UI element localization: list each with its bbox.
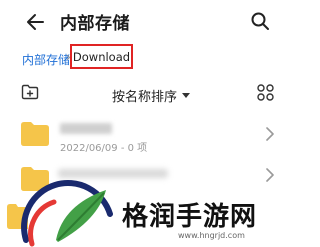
watermark-logo-icon bbox=[21, 180, 113, 247]
breadcrumb-root[interactable]: 内部存储 bbox=[22, 51, 70, 68]
caret-down-icon bbox=[182, 93, 191, 98]
search-icon[interactable] bbox=[250, 11, 270, 31]
file-name-redacted bbox=[58, 169, 168, 178]
watermark-url: www.hngrjd.com bbox=[178, 231, 245, 240]
new-folder-icon[interactable] bbox=[21, 84, 39, 100]
file-name-redacted bbox=[60, 123, 112, 134]
back-arrow-icon[interactable] bbox=[26, 12, 46, 32]
folder-icon bbox=[21, 122, 49, 146]
sort-label: 按名称排序 bbox=[112, 90, 178, 105]
grid-view-icon[interactable] bbox=[257, 84, 274, 101]
list-item[interactable]: 2022/06/09 - 0 项 bbox=[0, 115, 300, 157]
breadcrumb-current-label: Download bbox=[72, 49, 131, 64]
page-title: 内部存储 bbox=[60, 14, 130, 34]
watermark-text: 格润手游网 bbox=[122, 202, 258, 232]
chevron-right-icon bbox=[266, 168, 274, 182]
breadcrumb-current[interactable]: Download bbox=[70, 44, 133, 69]
sort-dropdown[interactable]: 按名称排序 bbox=[112, 86, 191, 105]
chevron-right-icon bbox=[266, 127, 274, 141]
file-meta: 2022/06/09 - 0 项 bbox=[60, 143, 148, 154]
